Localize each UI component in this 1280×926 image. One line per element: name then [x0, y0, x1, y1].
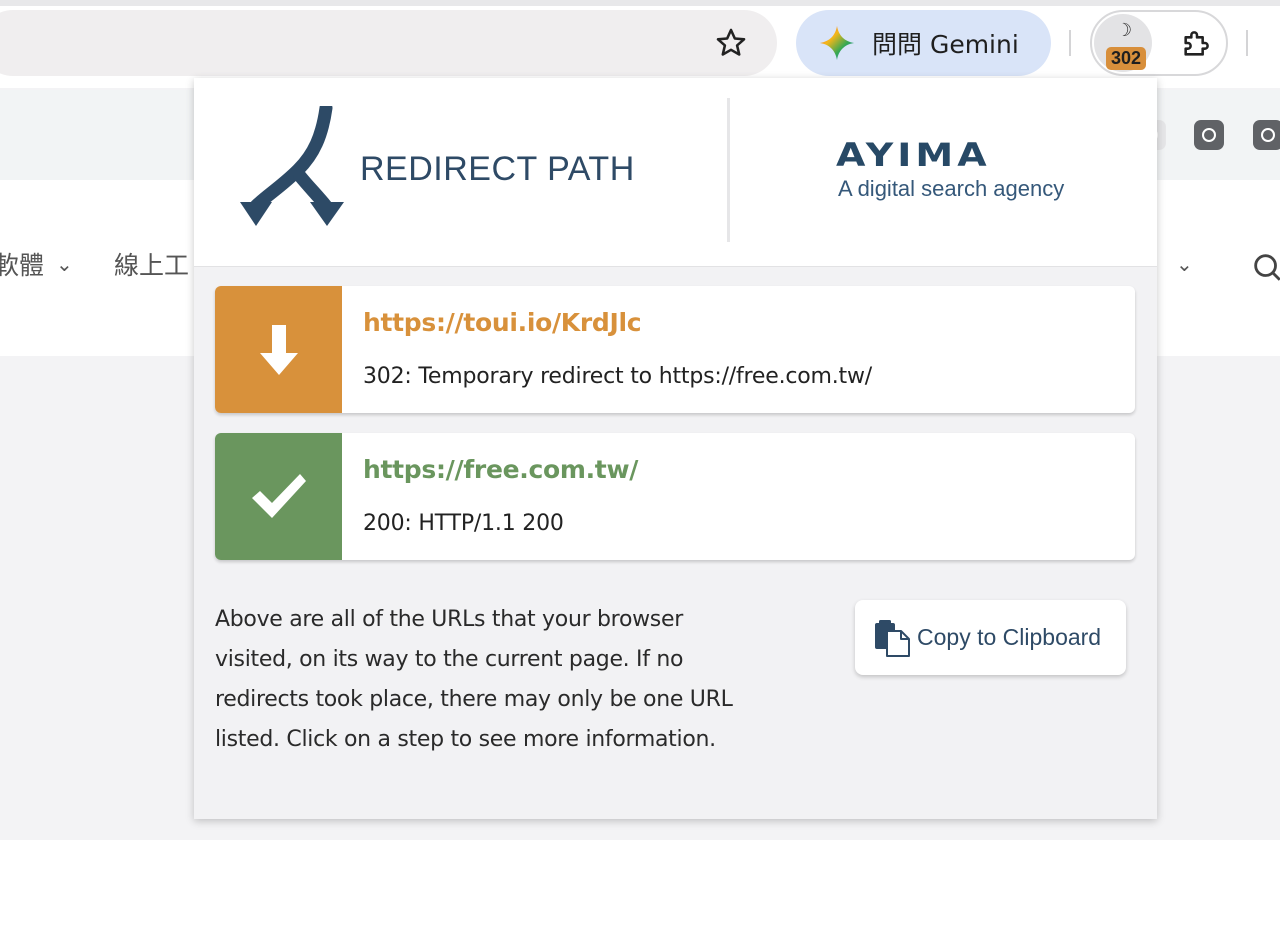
copy-button-label: Copy to Clipboard	[917, 624, 1102, 650]
ask-gemini-button[interactable]: 問問 Gemini	[796, 10, 1051, 76]
redirect-path-extension-icon[interactable]: ☽ 302	[1094, 14, 1152, 72]
info-text: Above are all of the URLs that your brow…	[215, 607, 733, 752]
nav-item-online-tools[interactable]: 線上工	[114, 246, 189, 282]
redirect-path-title: REDIRECT PATH	[360, 150, 635, 188]
arrow-down-icon	[260, 325, 298, 375]
puzzle-icon[interactable]	[1180, 26, 1214, 60]
browser-toolbar: 問問 Gemini ☽ 302	[0, 0, 1280, 88]
redirect-path-logo-icon	[240, 106, 344, 226]
ayima-tagline: A digital search agency	[838, 176, 1065, 201]
star-icon[interactable]	[714, 26, 748, 60]
ayima-logo[interactable]: AYIMA	[836, 136, 991, 173]
step-url[interactable]: https://toui.io/KrdJlc	[363, 308, 642, 337]
toolbar-separator	[1069, 30, 1071, 56]
gemini-icon	[819, 25, 855, 61]
chevron-down-icon: ⌄	[1176, 254, 1193, 276]
instagram-icon[interactable]	[1194, 120, 1224, 150]
search-icon[interactable]	[1250, 250, 1280, 284]
step-status-text: 302: Temporary redirect to https://free.…	[363, 364, 872, 389]
copy-to-clipboard-button[interactable]: Copy to Clipboard	[855, 600, 1126, 675]
popup-header: REDIRECT PATH AYIMA A digital search age…	[194, 78, 1157, 267]
address-bar[interactable]	[0, 10, 777, 76]
step-status-box	[215, 433, 342, 560]
check-icon	[252, 474, 306, 518]
gemini-label: 問問 Gemini	[872, 30, 1019, 59]
clipboard-icon	[875, 619, 910, 657]
page-content-area	[0, 840, 1280, 926]
step-status-box	[215, 286, 342, 413]
threads-icon[interactable]	[1253, 120, 1280, 150]
redirect-step[interactable]: https://free.com.tw/ 200: HTTP/1.1 200	[215, 433, 1135, 560]
redirect-path-glyph-icon: ☽	[1116, 20, 1133, 40]
step-status-text: 200: HTTP/1.1 200	[363, 511, 564, 536]
toolbar-separator	[1246, 30, 1248, 56]
nav-item-software[interactable]: 軟體	[0, 246, 44, 282]
redirect-step[interactable]: https://toui.io/KrdJlc 302: Temporary re…	[215, 286, 1135, 413]
redirect-path-popup: REDIRECT PATH AYIMA A digital search age…	[194, 78, 1157, 819]
extensions-group: ☽ 302	[1090, 10, 1228, 76]
chevron-down-icon: ⌄	[56, 254, 73, 276]
header-divider	[727, 98, 730, 242]
step-url[interactable]: https://free.com.tw/	[363, 455, 638, 484]
extension-badge: 302	[1106, 47, 1146, 70]
